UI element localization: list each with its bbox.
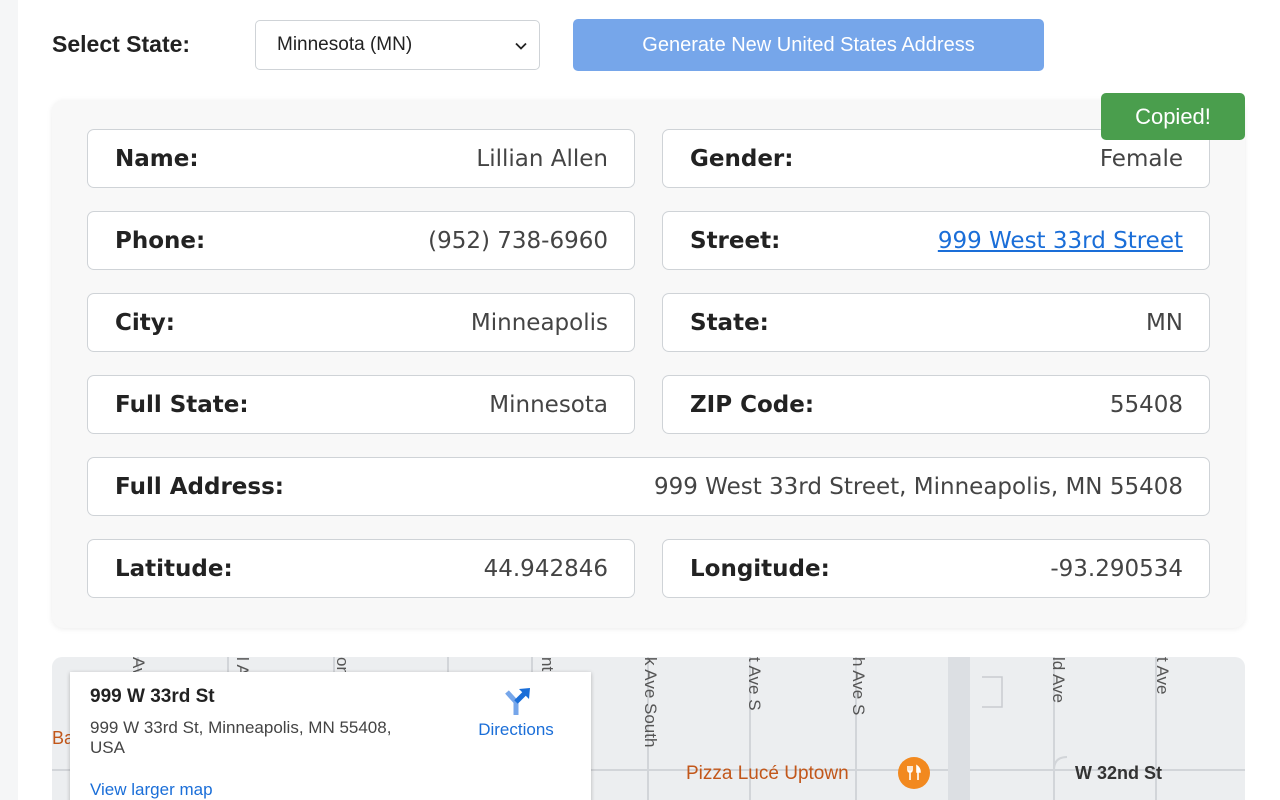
- map-street-label: h Ave S: [849, 657, 868, 716]
- state-field[interactable]: State: MN: [662, 293, 1210, 352]
- gender-label: Gender:: [690, 145, 794, 172]
- longitude-value: -93.290534: [1050, 555, 1183, 582]
- map-street-label: t Ave: [1153, 657, 1172, 695]
- embedded-map[interactable]: Av l A on nt k Ave South t Ave S h Ave S…: [52, 657, 1245, 800]
- city-label: City:: [115, 309, 175, 336]
- view-larger-map-link[interactable]: View larger map: [90, 780, 213, 800]
- map-place-address: 999 W 33rd St, Minneapolis, MN 55408, US…: [90, 718, 392, 757]
- full-state-field[interactable]: Full State: Minnesota: [87, 375, 635, 434]
- zip-label: ZIP Code:: [690, 391, 815, 418]
- city-value: Minneapolis: [470, 309, 608, 336]
- state-label: State:: [690, 309, 769, 336]
- zip-value: 55408: [1109, 391, 1183, 418]
- street-field[interactable]: Street: 999 West 33rd Street: [662, 211, 1210, 270]
- gender-value: Female: [1099, 145, 1183, 172]
- name-field[interactable]: Name: Lillian Allen: [87, 129, 635, 188]
- latitude-value: 44.942846: [483, 555, 608, 582]
- fork-knife-icon: [907, 764, 921, 780]
- full-state-label: Full State:: [115, 391, 249, 418]
- directions-label: Directions: [478, 720, 554, 739]
- full-address-label: Full Address:: [115, 473, 284, 500]
- name-value: Lillian Allen: [476, 145, 608, 172]
- poi-label[interactable]: Pizza Lucé Uptown: [686, 763, 849, 785]
- directions-icon: [505, 688, 530, 715]
- state-value: MN: [1145, 309, 1183, 336]
- full-state-value: Minnesota: [489, 391, 608, 418]
- phone-field[interactable]: Phone: (952) 738-6960: [87, 211, 635, 270]
- map-info-card: 999 W 33rd St 999 W 33rd St, Minneapolis…: [70, 672, 591, 800]
- restaurant-pin-icon[interactable]: [898, 757, 930, 789]
- address-card: Name: Lillian Allen Gender: Female Phone…: [52, 100, 1245, 628]
- phone-label: Phone:: [115, 227, 206, 254]
- map-place-name: 999 W 33rd St: [90, 686, 215, 707]
- phone-value: (952) 738-6960: [428, 227, 608, 254]
- cross-street-label: W 32nd St: [1075, 763, 1163, 783]
- controls-bar: Select State: Minnesota (MN) Generate Ne…: [52, 19, 1062, 71]
- state-select-value: Minnesota (MN): [277, 34, 413, 55]
- map-street-label: ld Ave: [1049, 657, 1068, 704]
- select-state-label: Select State:: [52, 31, 191, 57]
- latitude-field[interactable]: Latitude: 44.942846: [87, 539, 635, 598]
- map-street-label: k Ave South: [641, 657, 660, 748]
- full-address-field[interactable]: Full Address: 999 West 33rd Street, Minn…: [87, 457, 1210, 516]
- street-label: Street:: [690, 227, 781, 254]
- zip-field[interactable]: ZIP Code: 55408: [662, 375, 1210, 434]
- street-link[interactable]: 999 West 33rd Street: [938, 228, 1183, 254]
- name-label: Name:: [115, 145, 199, 172]
- chevron-down-icon: [515, 42, 527, 50]
- state-select[interactable]: Minnesota (MN): [255, 20, 540, 70]
- map-street-label: t Ave S: [745, 657, 764, 711]
- latitude-label: Latitude:: [115, 555, 233, 582]
- city-field[interactable]: City: Minneapolis: [87, 293, 635, 352]
- directions-button[interactable]: Directions: [456, 686, 576, 740]
- longitude-label: Longitude:: [690, 555, 830, 582]
- map-street-label: nt: [538, 657, 557, 672]
- page: Select State: Minnesota (MN) Generate Ne…: [18, 0, 1280, 800]
- copied-toast: Copied!: [1101, 93, 1245, 140]
- full-address-value: 999 West 33rd Street, Minneapolis, MN 55…: [653, 473, 1183, 500]
- generate-address-button[interactable]: Generate New United States Address: [573, 19, 1044, 71]
- longitude-field[interactable]: Longitude: -93.290534: [662, 539, 1210, 598]
